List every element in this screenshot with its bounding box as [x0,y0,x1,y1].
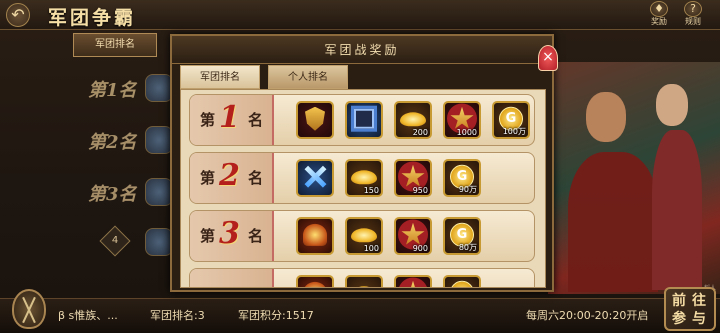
page-title: 军团争霸 [48,7,137,29]
star-medal-icon[interactable]: 900 [394,217,432,255]
rank-plate: 第 1 名 [190,95,274,145]
reward-row: 第 2 名 150 950 G 90万 [189,152,535,204]
item-qty: 150 [363,186,379,195]
reward-row [189,268,535,287]
gold-coin-icon[interactable]: G 90万 [443,159,481,197]
item-qty: 90万 [458,185,477,194]
gold-coin-icon[interactable]: G 100万 [492,101,530,139]
item-qty: 100万 [502,127,526,136]
gold-coin-icon[interactable] [443,275,481,287]
reward-row: 第 3 名 100 900 G 80万 [189,210,535,262]
go-char-1: 前 [672,293,686,309]
go-char-2: 往 [692,293,706,309]
gold-coin-icon[interactable]: G 80万 [443,217,481,255]
dialog-title: 军团战奖励 [324,43,400,57]
hero-artwork: 稻人 [548,62,720,294]
rank-plate [190,269,274,287]
gold-ingot-art [351,170,377,185]
rank-plate: 第 3 名 [190,211,274,261]
war-helmet-art [303,281,327,287]
guild-emblem-icon[interactable] [12,289,46,329]
rank-plate: 第 2 名 [190,153,274,203]
rank-prefix: 第 [200,227,216,245]
gold-ingot-art [400,112,426,127]
guild-rank-text: 军团排名:3 [150,309,205,322]
star-medal-icon[interactable]: 950 [394,159,432,197]
guild-points-text: 军团积分:1517 [238,309,314,322]
bg-rank-1: 第1名 [88,80,137,101]
crossed-swords-art [302,164,328,190]
rank-prefix: 第 [200,111,216,129]
gold-coin-art [450,280,474,287]
item-qty: 950 [412,186,428,195]
item-qty: 80万 [458,243,477,252]
heroine-figure [652,130,702,290]
gold-ingot-icon[interactable]: 200 [394,101,432,139]
rank-suffix: 名 [248,227,264,245]
go-participate-button[interactable]: 前 往 参 与 [664,287,716,331]
question-icon: ? [684,1,702,17]
rank-prefix: 第 [200,169,216,187]
gold-ingot-art [351,228,377,243]
rank-suffix: 名 [248,111,264,129]
bg-guild-badge [145,178,173,206]
star-medal-icon[interactable] [394,275,432,287]
item-qty: 200 [412,128,428,137]
golden-shield-icon[interactable] [296,101,334,139]
heroine-face [656,84,688,126]
crossed-swords-icon[interactable] [296,159,334,197]
reward-list[interactable]: 第 1 名 200 1000 G 100万 第 2 名 150 950 G 90万 [180,89,546,288]
tab-personal-rank[interactable]: 个人排名 [268,65,348,89]
go-char-4: 与 [692,311,706,327]
reward-dialog: 军团战奖励 × 军团排名 个人排名 第 1 名 200 1000 G 100万 第… [170,34,558,292]
hero-face [586,92,626,142]
gold-ingot-art [351,286,377,287]
avatar-frame-icon[interactable] [345,101,383,139]
rank-number: 2 [219,158,240,193]
rewards-button[interactable]: ♦ 奖励 [644,1,674,29]
guild-name: β s惟族、... [58,309,118,322]
schedule-text: 每周六20:00-20:20开启 [526,309,649,322]
avatar-frame-art [351,105,377,132]
gold-ingot-icon[interactable]: 100 [345,217,383,255]
dialog-header: 军团战奖励 [172,36,552,64]
war-helmet-art [303,223,327,246]
war-helmet-icon[interactable] [296,217,334,255]
bg-tab-guild-rank[interactable]: 军团排名 [73,33,157,57]
bg-guild-badge [145,228,173,256]
bg-rank-4-number: 4 [111,235,119,246]
star-medal-icon[interactable]: 1000 [443,101,481,139]
rules-button[interactable]: ? 规则 [678,1,708,29]
reward-row: 第 1 名 200 1000 G 100万 [189,94,535,146]
item-qty: 100 [363,244,379,253]
rewards-label: 奖励 [651,17,667,26]
rank-suffix: 名 [248,169,264,187]
gold-ingot-icon[interactable]: 150 [345,159,383,197]
go-char-3: 参 [672,311,686,327]
item-qty: 1000 [456,128,477,137]
top-bar: ↶ 军团争霸 ♦ 奖励 ? 规则 [0,0,720,30]
close-icon[interactable]: × [538,45,558,71]
war-helmet-icon[interactable] [296,275,334,287]
golden-shield-art [305,106,325,131]
hero-figure [568,152,658,292]
rank-number: 1 [219,100,240,135]
rank-number: 3 [219,216,240,251]
item-qty: 900 [412,244,428,253]
bg-rank-2: 第2名 [88,132,137,153]
bg-rank-3: 第3名 [88,184,137,205]
tab-guild-rank[interactable]: 军团排名 [180,65,260,89]
back-arrow-icon[interactable]: ↶ [6,3,30,27]
rules-label: 规则 [685,17,701,26]
gold-ingot-icon[interactable] [345,275,383,287]
bg-guild-badge [145,126,173,154]
bg-guild-badge [145,74,173,102]
gift-icon: ♦ [650,1,668,17]
